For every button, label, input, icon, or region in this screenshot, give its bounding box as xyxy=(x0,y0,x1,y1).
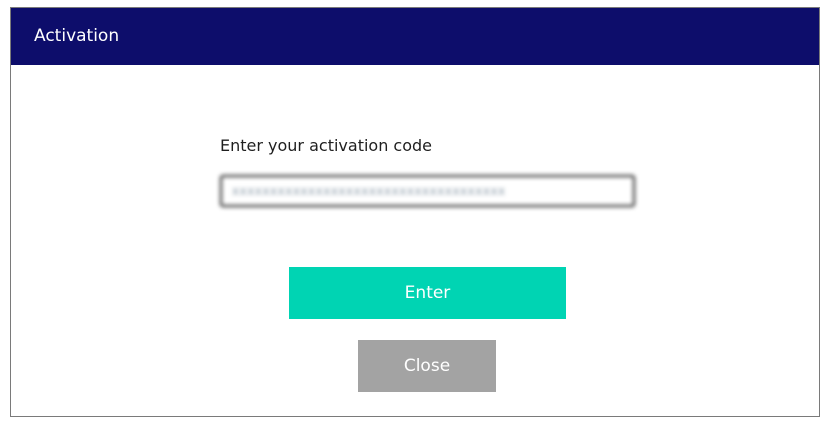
close-button[interactable]: Close xyxy=(358,340,496,392)
activation-dialog: Activation Enter your activation code En… xyxy=(10,7,820,417)
dialog-titlebar: Activation xyxy=(11,8,819,65)
dialog-title: Activation xyxy=(34,26,120,46)
enter-button[interactable]: Enter xyxy=(289,267,566,319)
activation-prompt-label: Enter your activation code xyxy=(220,136,433,155)
activation-code-input[interactable] xyxy=(220,175,635,207)
